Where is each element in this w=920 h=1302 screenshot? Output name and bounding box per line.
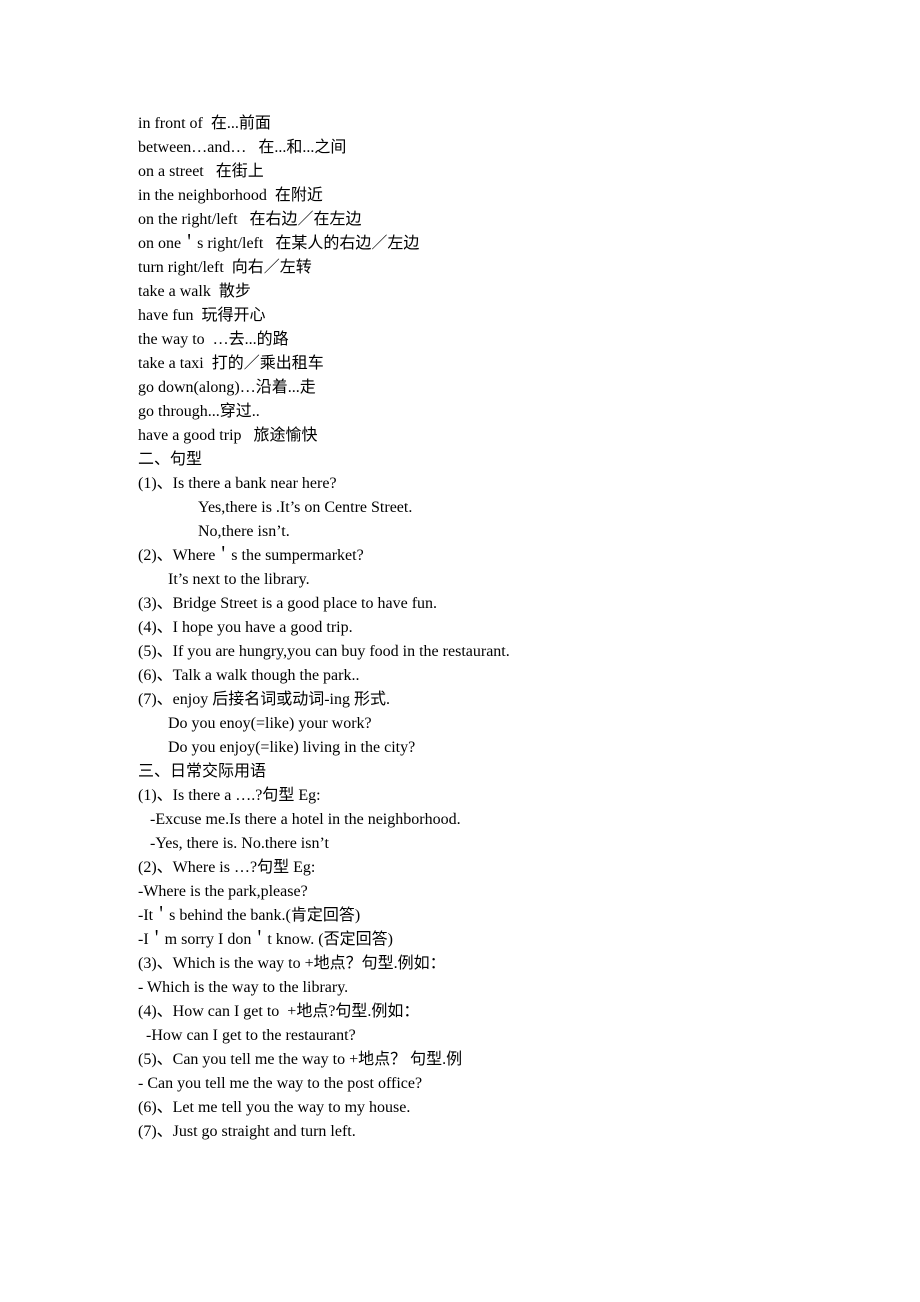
text-line: in the neighborhood 在附近 <box>138 187 323 204</box>
text-line: -Yes, there is. No.there isn’t <box>150 835 329 852</box>
text-line: -How can I get to the restaurant? <box>146 1027 356 1044</box>
section-vocabulary-phrases: in front of 在...前面 between…and… 在...和...之… <box>138 112 920 448</box>
text-line: (4)、I hope you have a good trip. <box>138 619 353 636</box>
text-line: the way to …去...的路 <box>138 331 289 348</box>
text-line: -It＇s behind the bank.(肯定回答) <box>138 907 361 924</box>
text-line: - Which is the way to the library. <box>138 979 349 996</box>
text-line: (3)、Which is the way to +地点？句型.例如： <box>138 955 446 972</box>
text-line: (1)、Is there a ….?句型 Eg: <box>138 787 321 804</box>
text-line: on one＇s right/left 在某人的右边／左边 <box>138 235 420 252</box>
text-line: take a taxi 打的／乘出租车 <box>138 355 324 372</box>
section-daily-expressions: 三、日常交际用语 (1)、Is there a ….?句型 Eg: -Excuse … <box>138 760 920 1144</box>
text-line: take a walk 散步 <box>138 283 251 300</box>
text-line: Do you enjoy(=like) living in the city? <box>168 739 416 756</box>
text-line: turn right/left 向右／左转 <box>138 259 312 276</box>
text-line: on a street 在街上 <box>138 163 264 180</box>
text-line: on the right/left 在右边／在左边 <box>138 211 362 228</box>
text-line: have a good trip 旅途愉快 <box>138 427 318 444</box>
text-line: (7)、Just go straight and turn left. <box>138 1123 356 1140</box>
document-body: in front of 在...前面 between…and… 在...和...之… <box>138 112 920 1144</box>
text-line: -I＇m sorry I don＇t know. (否定回答) <box>138 931 393 948</box>
text-line: - Can you tell me the way to the post of… <box>138 1075 423 1092</box>
text-line: (5)、Can you tell me the way to +地点？ 句型.例 <box>138 1051 463 1068</box>
text-line: -Where is the park,please? <box>138 883 308 900</box>
text-line: (3)、Bridge Street is a good place to hav… <box>138 595 438 612</box>
text-line: It’s next to the library. <box>168 571 310 588</box>
text-line: go through...穿过.. <box>138 403 260 420</box>
text-line: (4)、How can I get to +地点?句型.例如： <box>138 1003 420 1020</box>
text-line: have fun 玩得开心 <box>138 307 266 324</box>
section-sentence-patterns: 二、句型 (1)、Is there a bank near here? Yes,th… <box>138 448 920 760</box>
text-line: No,there isn’t. <box>198 523 290 540</box>
text-line: -Excuse me.Is there a hotel in the neigh… <box>150 811 461 828</box>
section-heading: 二、句型 <box>138 451 203 468</box>
text-line: (6)、Let me tell you the way to my house. <box>138 1099 411 1116</box>
text-line: (6)、Talk a walk though the park.. <box>138 667 360 684</box>
text-line: between…and… 在...和...之间 <box>138 139 347 156</box>
text-line: go down(along)…沿着...走 <box>138 379 316 396</box>
text-line: (7)、enjoy 后接名词或动词-ing 形式. <box>138 691 390 708</box>
text-line: Do you enoy(=like) your work? <box>168 715 372 732</box>
section-heading: 三、日常交际用语 <box>138 763 267 780</box>
text-line: in front of 在...前面 <box>138 115 271 132</box>
text-line: (2)、Where is …?句型 Eg: <box>138 859 316 876</box>
text-line: (5)、If you are hungry,you can buy food i… <box>138 643 510 660</box>
text-line: (1)、Is there a bank near here? <box>138 475 337 492</box>
text-line: Yes,there is .It’s on Centre Street. <box>198 499 413 516</box>
text-line: (2)、Where＇s the sumpermarket? <box>138 547 364 564</box>
document-page: in front of 在...前面 between…and… 在...和...之… <box>0 0 920 1302</box>
